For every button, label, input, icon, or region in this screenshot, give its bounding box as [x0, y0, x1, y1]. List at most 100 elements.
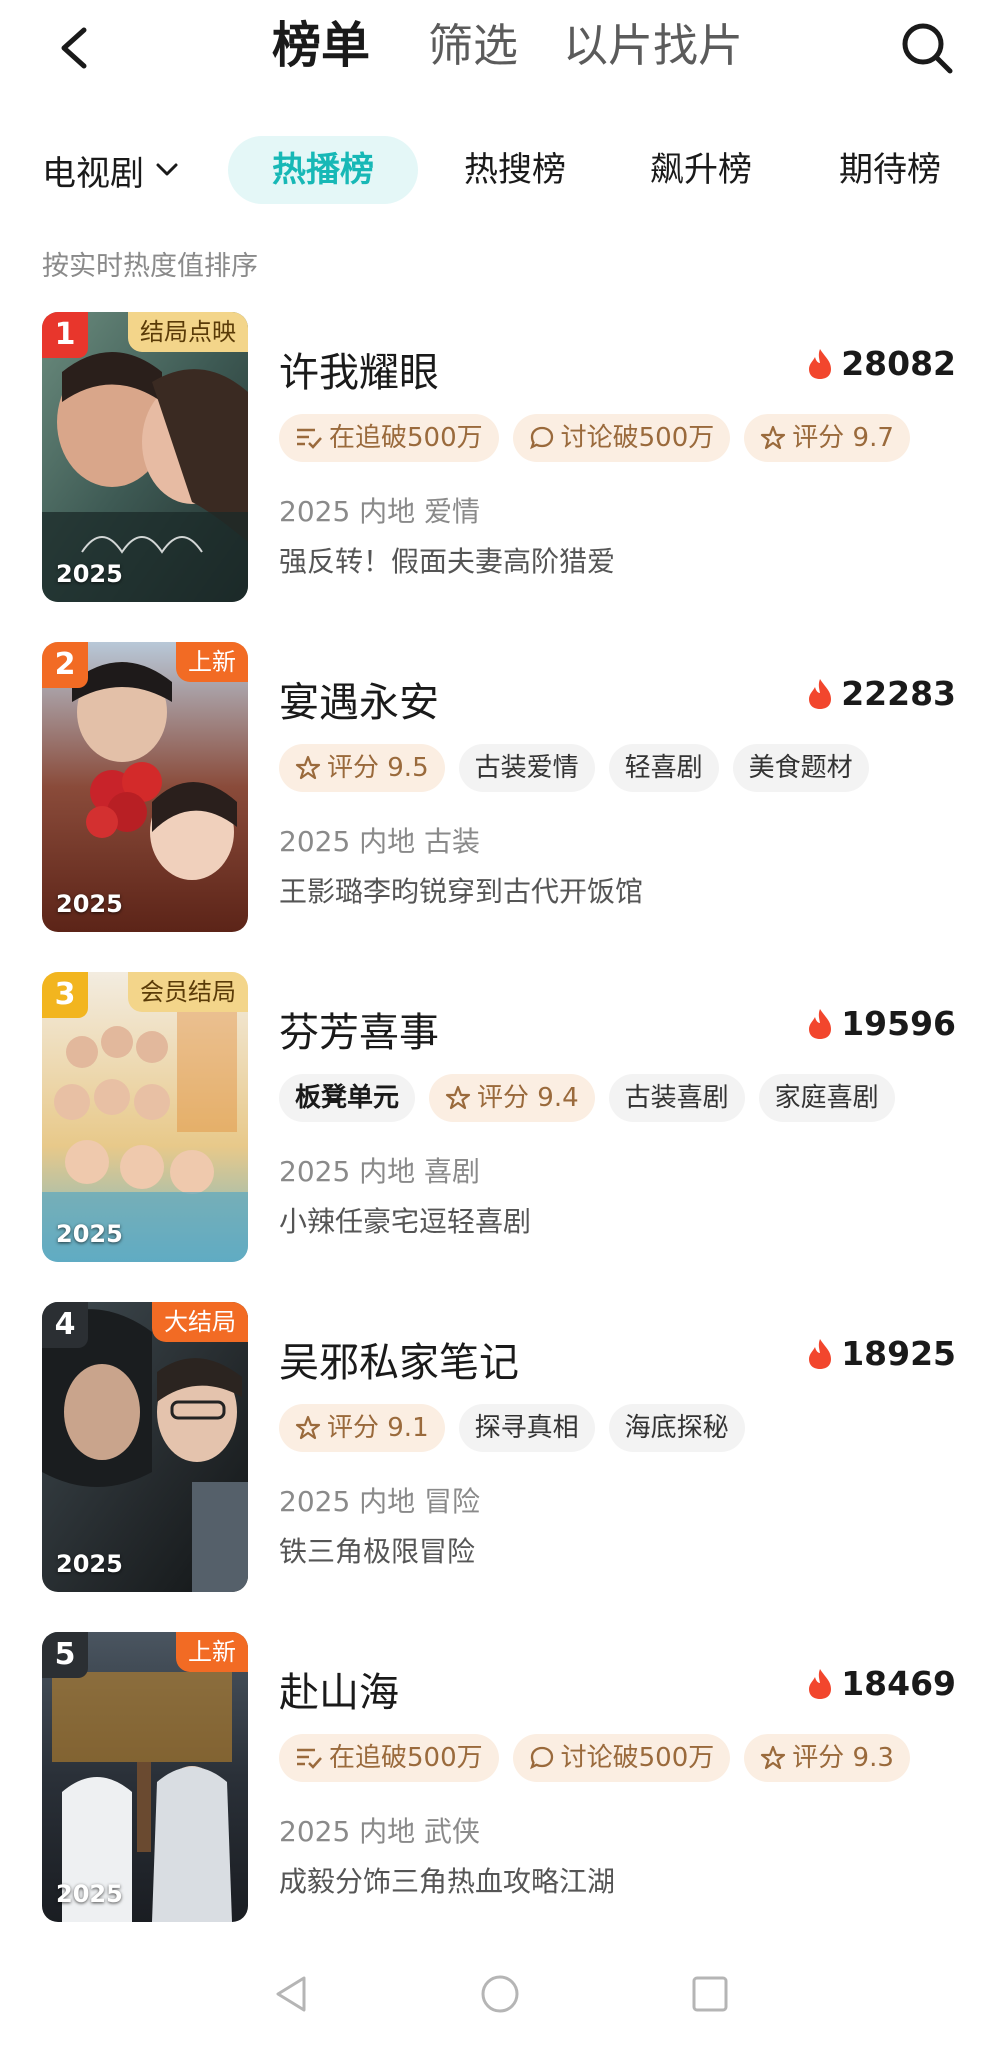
list-item[interactable]: 5 上新 2025 赴山海 18469 在追破500万 讨论破500万 评分 9… [0, 1632, 1000, 1924]
tab-find-by-film[interactable]: 以片找片 [563, 18, 743, 74]
heat-value: 22283 [841, 674, 956, 713]
tag-list: 评分 9.1 探寻真相 海底探秘 [279, 1404, 745, 1452]
heat-score: 19596 [807, 1004, 956, 1043]
system-nav-bar [0, 1950, 1000, 2047]
rank-badge: 2 [42, 642, 88, 688]
item-meta: 2025 内地 爱情 [279, 495, 481, 528]
tab-hot-play[interactable]: 热播榜 [228, 136, 418, 204]
back-triangle-icon[interactable] [270, 1972, 314, 2016]
back-button[interactable] [48, 18, 108, 78]
rank-badge: 4 [42, 1302, 88, 1348]
poster[interactable]: 4 大结局 2025 [42, 1302, 248, 1592]
comment-icon [529, 426, 553, 450]
heat-score: 22283 [807, 674, 956, 713]
rank-badge: 5 [42, 1632, 88, 1678]
flame-icon [809, 1338, 832, 1369]
heat-value: 18925 [841, 1334, 956, 1373]
status-badge: 上新 [176, 1632, 248, 1672]
tag: 讨论破500万 [512, 414, 731, 462]
flame-icon [809, 1008, 832, 1039]
tag-list: 板凳单元 评分 9.4 古装喜剧 家庭喜剧 [279, 1074, 895, 1122]
item-meta: 2025 内地 武侠 [279, 1815, 481, 1848]
tag: 探寻真相 [458, 1404, 595, 1452]
rank-badge: 3 [42, 972, 88, 1018]
poster[interactable]: 3 会员结局 2025 [42, 972, 248, 1262]
item-description: 小辣任豪宅逗轻喜剧 [279, 1205, 532, 1238]
item-description: 成毅分饰三角热血攻略江湖 [279, 1865, 616, 1898]
tag: 古装喜剧 [608, 1074, 745, 1122]
flame-icon [809, 678, 832, 709]
poster[interactable]: 5 上新 2025 [42, 1632, 248, 1922]
item-title[interactable]: 宴遇永安 [279, 670, 439, 728]
search-icon [902, 23, 953, 74]
tag: 评分 9.3 [744, 1734, 910, 1782]
list-item[interactable]: 4 大结局 2025 吴邪私家笔记 18925 评分 9.1 探寻真相 海底探秘… [0, 1302, 1000, 1594]
search-button[interactable] [895, 16, 959, 80]
filter-row: 电视剧 热播榜 热搜榜 飙升榜 期待榜 [0, 130, 1000, 210]
tag: 评分 9.1 [279, 1404, 445, 1452]
poster-year: 2025 [56, 1880, 123, 1908]
tab-anticipated[interactable]: 期待榜 [815, 136, 965, 204]
tab-filter[interactable]: 筛选 [428, 18, 518, 74]
heat-value: 19596 [841, 1004, 956, 1043]
heat-value: 18469 [841, 1664, 956, 1703]
tab-hot-search[interactable]: 热搜榜 [440, 136, 590, 204]
comment-icon [529, 1746, 553, 1770]
tag: 板凳单元 [279, 1074, 416, 1122]
list-check-icon [297, 428, 322, 449]
recents-square-icon[interactable] [688, 1972, 732, 2016]
flame-icon [809, 348, 832, 379]
star-icon [295, 1415, 321, 1440]
status-badge: 会员结局 [128, 972, 248, 1012]
item-title[interactable]: 许我耀眼 [279, 340, 439, 398]
tag: 讨论破500万 [512, 1734, 731, 1782]
item-title[interactable]: 芬芳喜事 [279, 1000, 439, 1058]
status-badge: 上新 [176, 642, 248, 682]
list-item[interactable]: 2 上新 2025 宴遇永安 22283 评分 9.5 古装爱情 轻喜剧 美食题… [0, 642, 1000, 934]
tag: 家庭喜剧 [758, 1074, 895, 1122]
poster-year: 2025 [56, 560, 123, 588]
tag: 在追破500万 [279, 1734, 499, 1782]
tag: 美食题材 [732, 744, 869, 792]
tag: 评分 9.4 [429, 1074, 595, 1122]
star-icon [761, 1745, 786, 1770]
poster-year: 2025 [56, 1550, 123, 1578]
poster[interactable]: 2 上新 2025 [42, 642, 248, 932]
list-check-icon [297, 1748, 322, 1769]
tag: 古装爱情 [458, 744, 595, 792]
tag-list: 在追破500万 讨论破500万 评分 9.7 [279, 414, 910, 462]
heat-score: 18925 [807, 1334, 956, 1373]
item-title[interactable]: 赴山海 [279, 1660, 399, 1718]
home-circle-icon[interactable] [478, 1972, 522, 2016]
poster-year: 2025 [56, 890, 123, 918]
poster[interactable]: 1 结局点映 2025 [42, 312, 248, 602]
star-icon [761, 425, 786, 450]
back-arrow-icon [61, 27, 87, 69]
item-description: 铁三角极限冒险 [279, 1535, 476, 1568]
item-description: 强反转！假面夫妻高阶猎爱 [279, 545, 616, 578]
item-meta: 2025 内地 喜剧 [279, 1155, 481, 1188]
rank-badge: 1 [42, 312, 88, 358]
tag: 轻喜剧 [608, 744, 719, 792]
item-title[interactable]: 吴邪私家笔记 [279, 1330, 519, 1388]
tag-list: 在追破500万 讨论破500万 评分 9.3 [279, 1734, 910, 1782]
status-badge: 大结局 [152, 1302, 248, 1342]
tag: 海底探秘 [608, 1404, 745, 1452]
list-item[interactable]: 3 会员结局 2025 芬芳喜事 19596 板凳单元 评分 9.4 古装喜剧 … [0, 972, 1000, 1264]
item-meta: 2025 内地 古装 [279, 825, 481, 858]
star-icon [295, 755, 321, 780]
tab-rising[interactable]: 飙升榜 [626, 136, 776, 204]
tab-ranking[interactable]: 榜单 [272, 18, 370, 74]
status-badge: 结局点映 [128, 312, 248, 352]
list-item[interactable]: 1 结局点映 2025 许我耀眼 28082 在追破500万 讨论破500万 评… [0, 312, 1000, 604]
poster-year: 2025 [56, 1220, 123, 1248]
item-meta: 2025 内地 冒险 [279, 1485, 481, 1518]
star-icon [445, 1085, 471, 1110]
sort-subtitle: 按实时热度值排序 [42, 251, 258, 282]
heat-value: 28082 [841, 344, 956, 383]
flame-icon [809, 1668, 832, 1699]
chevron-down-icon [156, 163, 178, 176]
heat-score: 28082 [807, 344, 956, 383]
tag: 在追破500万 [279, 414, 499, 462]
category-dropdown[interactable]: 电视剧 [42, 130, 180, 210]
